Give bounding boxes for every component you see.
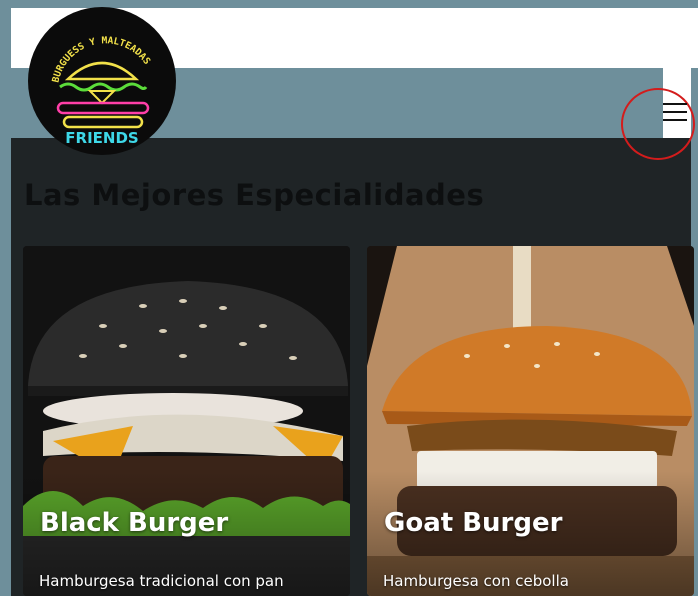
svg-text:BURGUESS Y MALTEADAS: BURGUESS Y MALTEADAS <box>50 35 152 84</box>
product-card-black-burger[interactable]: Black Burger Hamburgesa tradicional con … <box>23 246 350 596</box>
brand-logo[interactable]: BURGUESS Y MALTEADAS FRIENDS <box>28 7 176 155</box>
card-description: Hamburgesa con cebolla <box>383 572 569 590</box>
product-card-goat-burger[interactable]: Goat Burger Hamburgesa con cebolla <box>367 246 694 596</box>
card-description: Hamburgesa tradicional con pan <box>39 572 284 590</box>
card-title: Black Burger <box>40 508 229 538</box>
logo-text-bottom: FRIENDS <box>65 129 138 147</box>
hamburger-menu-icon <box>663 103 687 123</box>
highlight-circle <box>621 88 695 160</box>
logo-text-top: BURGUESS Y MALTEADAS <box>50 35 152 84</box>
page-title: Las Mejores Especialidades <box>24 178 485 212</box>
menu-toggle-button[interactable] <box>621 88 698 162</box>
card-title: Goat Burger <box>384 508 563 538</box>
burger-neon-logo: BURGUESS Y MALTEADAS FRIENDS <box>50 35 152 147</box>
